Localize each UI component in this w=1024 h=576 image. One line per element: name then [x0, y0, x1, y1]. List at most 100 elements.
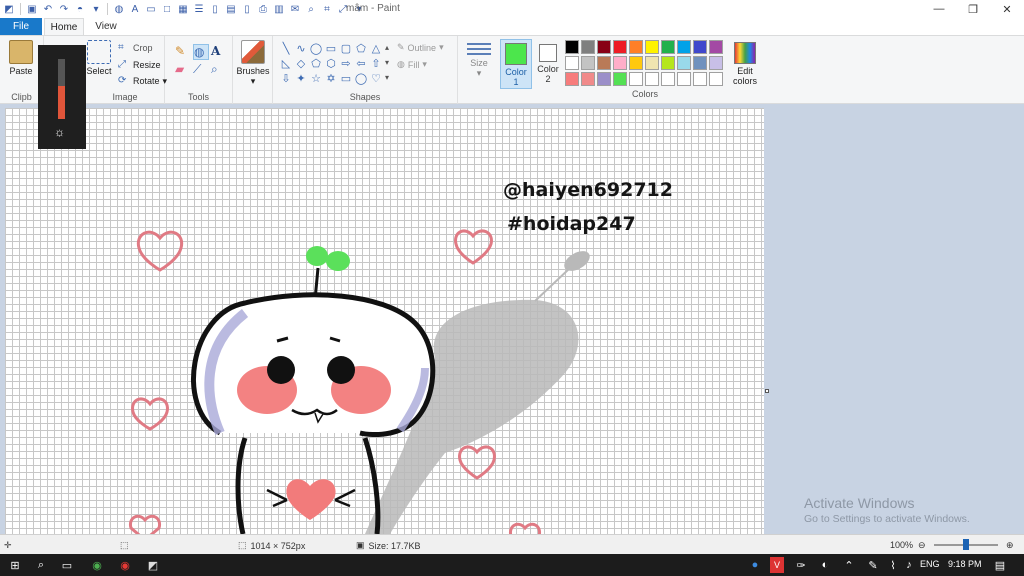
color-picker-icon[interactable]: ⟋	[193, 62, 209, 78]
resize-button[interactable]: ⤢ Resize	[118, 59, 161, 71]
six-point-star-icon[interactable]: ✡	[324, 71, 338, 85]
hexagon-shape-icon[interactable]: ⬡	[324, 56, 338, 70]
chrome-icon[interactable]: ◉	[88, 557, 106, 573]
shapes-scroll[interactable]: ▴ ▾ ▾	[385, 40, 393, 85]
pencil-icon[interactable]: ✎	[175, 44, 191, 60]
email-icon[interactable]: ✉	[288, 2, 302, 16]
rectangle-shape-icon[interactable]: ▭	[324, 41, 338, 55]
rectangle-icon[interactable]: □	[160, 2, 174, 16]
tray-app-icon[interactable]: ◐	[818, 557, 832, 573]
outline-button[interactable]: ✎ Outline ▾	[397, 42, 444, 53]
palette-swatch-14[interactable]	[629, 56, 643, 70]
zoom-icon[interactable]: ⌕	[304, 2, 318, 16]
undo-icon[interactable]: ↶	[41, 2, 55, 16]
eraser-icon[interactable]: ▰	[175, 62, 191, 78]
palette-swatch-15[interactable]	[645, 56, 659, 70]
tray-tool-icon[interactable]: ✑	[794, 557, 808, 573]
canvas-resize-handle[interactable]	[765, 389, 769, 393]
tab-home[interactable]: Home	[44, 18, 84, 35]
diamond-shape-icon[interactable]: ◇	[294, 56, 308, 70]
palette-swatch-25[interactable]	[645, 72, 659, 86]
four-point-star-icon[interactable]: ✦	[294, 71, 308, 85]
palette-swatch-9[interactable]	[709, 40, 723, 54]
color1-button[interactable]: Color 1	[500, 39, 532, 89]
palette-swatch-5[interactable]	[645, 40, 659, 54]
rotate-button[interactable]: ⟳ Rotate ▾	[118, 75, 167, 87]
zoom-in-button[interactable]: ⊕	[1006, 540, 1014, 551]
windows-start-icon[interactable]: ⊞	[6, 557, 24, 573]
app-q-icon[interactable]: ●	[748, 557, 762, 573]
palette-swatch-24[interactable]	[629, 72, 643, 86]
crop-icon[interactable]: ⌗	[320, 2, 334, 16]
chrome-alt-icon[interactable]: ◉	[116, 557, 134, 573]
palette-swatch-27[interactable]	[677, 72, 691, 86]
color2-button[interactable]: Color 2	[532, 39, 564, 89]
palette-swatch-13[interactable]	[613, 56, 627, 70]
fill-button[interactable]: ◍ Fill ▾	[397, 59, 427, 70]
palette-swatch-19[interactable]	[709, 56, 723, 70]
triangle-shape-icon[interactable]: △	[369, 41, 383, 55]
right-triangle-shape-icon[interactable]: ◺	[279, 56, 293, 70]
palette-swatch-28[interactable]	[693, 72, 707, 86]
save-icon[interactable]: ▣	[25, 2, 39, 16]
drawing-canvas[interactable]: @haiyen692712 #hoidap247	[5, 108, 764, 534]
palette-swatch-29[interactable]	[709, 72, 723, 86]
up-arrow-shape-icon[interactable]: ⇧	[369, 56, 383, 70]
palette-swatch-7[interactable]	[677, 40, 691, 54]
network-icon[interactable]: ⌇	[886, 557, 900, 573]
rounded-rect-shape-icon[interactable]: ▢	[339, 41, 353, 55]
palette-swatch-3[interactable]	[613, 40, 627, 54]
down-arrow-shape-icon[interactable]: ⇩	[279, 71, 293, 85]
palette-swatch-8[interactable]	[693, 40, 707, 54]
right-arrow-shape-icon[interactable]: ⇨	[339, 56, 353, 70]
close-button[interactable]: ✕	[990, 0, 1024, 18]
pen-icon[interactable]: ✎	[866, 557, 880, 573]
minimize-button[interactable]: —	[922, 0, 956, 18]
brushes-button[interactable]: Brushes ▾	[233, 40, 273, 87]
magnifier-icon[interactable]: ⌕	[211, 62, 227, 78]
language-indicator[interactable]: ENG	[920, 559, 940, 569]
palette-swatch-10[interactable]	[565, 56, 579, 70]
task-view-icon[interactable]: ▭	[58, 557, 76, 573]
paste-button[interactable]: Paste	[6, 40, 36, 76]
tab-file[interactable]: File	[0, 18, 42, 35]
palette-swatch-12[interactable]	[597, 56, 611, 70]
notifications-icon[interactable]: ▤	[992, 557, 1008, 573]
palette-swatch-21[interactable]	[581, 72, 595, 86]
palette-swatch-0[interactable]	[565, 40, 579, 54]
qat-dropdown-icon[interactable]: ▾	[89, 2, 103, 16]
select-button[interactable]: Select	[86, 40, 112, 76]
palette-swatch-4[interactable]	[629, 40, 643, 54]
print-icon[interactable]: ⎙	[256, 2, 270, 16]
speaker-icon[interactable]: ♪	[902, 557, 916, 573]
palette-swatch-23[interactable]	[613, 72, 627, 86]
left-arrow-shape-icon[interactable]: ⇦	[354, 56, 368, 70]
size-button[interactable]: Size ▾	[463, 40, 495, 79]
paint-app-icon[interactable]: ◩	[2, 2, 16, 16]
palette-swatch-22[interactable]	[597, 72, 611, 86]
zoom-slider-thumb[interactable]	[963, 539, 969, 550]
fill-bucket-icon[interactable]: ◍	[193, 44, 209, 60]
palette-swatch-16[interactable]	[661, 56, 675, 70]
volume-track[interactable]	[58, 59, 65, 119]
search-icon[interactable]: ⌕	[32, 557, 50, 573]
palette-swatch-6[interactable]	[661, 40, 675, 54]
tray-chevron-icon[interactable]: ⌃	[842, 557, 856, 573]
crop-button[interactable]: ⌗ Crop	[118, 42, 153, 54]
tab-view[interactable]: View	[86, 18, 126, 35]
callout-rect-icon[interactable]: ▭	[339, 71, 353, 85]
oval-shape-icon[interactable]: ◯	[309, 41, 323, 55]
color-picker-icon[interactable]: ◓	[73, 2, 87, 16]
grid-icon[interactable]: ▦	[176, 2, 190, 16]
palette-swatch-2[interactable]	[597, 40, 611, 54]
text-icon[interactable]: A	[211, 44, 227, 60]
text-tool-icon[interactable]: A	[128, 2, 142, 16]
palette-swatch-26[interactable]	[661, 72, 675, 86]
line-shape-icon[interactable]: ╲	[279, 41, 293, 55]
palette-swatch-20[interactable]	[565, 72, 579, 86]
palette-swatch-18[interactable]	[693, 56, 707, 70]
edit-colors-button[interactable]: Edit colors	[730, 39, 760, 86]
app-v-icon[interactable]: V	[770, 557, 784, 573]
print-preview-icon[interactable]: ▥	[272, 2, 286, 16]
five-point-star-icon[interactable]: ☆	[309, 71, 323, 85]
